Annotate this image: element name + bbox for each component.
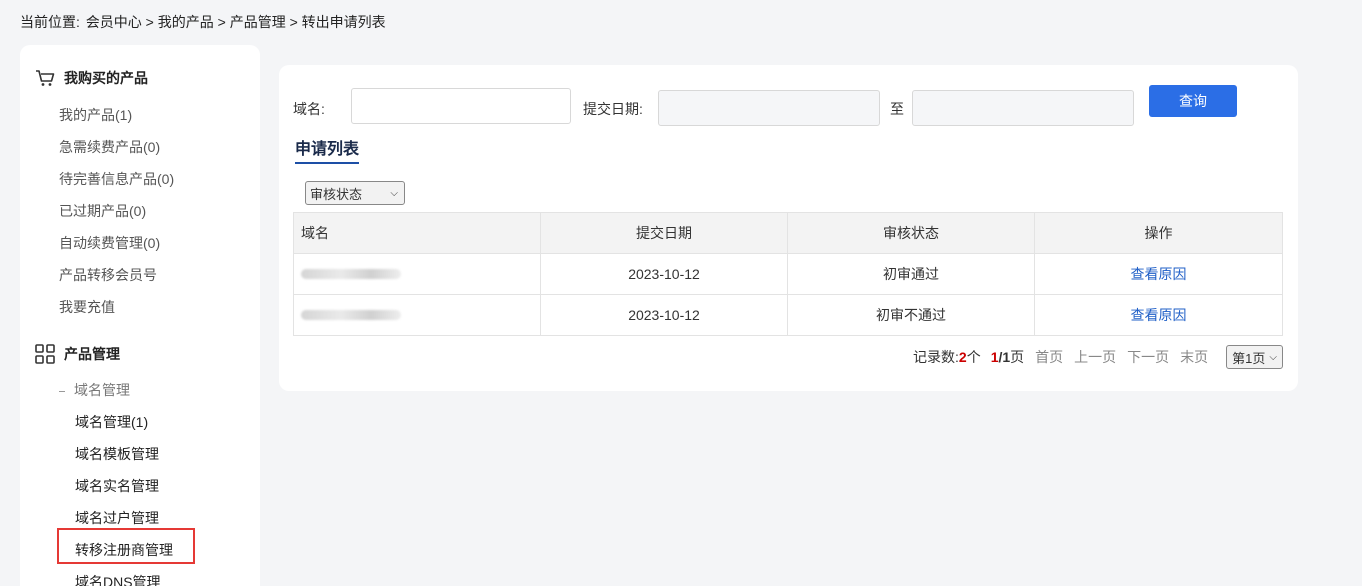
status-filter-value: 审核状态: [310, 186, 363, 202]
list-title: 申请列表: [295, 135, 360, 164]
date-label: 提交日期:: [583, 101, 643, 117]
status-filter-select[interactable]: 审核状态 ⌵: [305, 181, 405, 205]
breadcrumb-path: 会员中心 > 我的产品 > 产品管理 > 转出申请列表: [85, 14, 386, 30]
sidebar-item-domain-dns[interactable]: 域名DNS管理: [75, 572, 161, 586]
date-to-input[interactable]: [912, 90, 1134, 126]
cart-icon: [34, 67, 56, 89]
query-button[interactable]: 查询: [1149, 85, 1237, 117]
pagination: 记录数: 2 个 1 / 1 页 首页 上一页 下一页 末页 第1页 ⌵: [913, 345, 1283, 369]
chevron-down-icon: ⌵: [390, 187, 398, 199]
view-reason-link[interactable]: 查看原因: [1131, 307, 1187, 323]
sidebar-item-my-products[interactable]: 我的产品(1): [59, 105, 132, 125]
action-cell: 查看原因: [1034, 294, 1283, 336]
sidebar-item-expired[interactable]: 已过期产品(0): [59, 201, 146, 221]
next-page-link[interactable]: 下一页: [1127, 347, 1169, 367]
sidebar-group-domain-manage[interactable]: 域名管理: [59, 380, 130, 400]
action-cell: 查看原因: [1034, 253, 1283, 295]
view-reason-link[interactable]: 查看原因: [1131, 266, 1187, 282]
sidebar-item-incomplete-info[interactable]: 待完善信息产品(0): [59, 169, 174, 189]
prev-page-link[interactable]: 上一页: [1074, 347, 1116, 367]
table-row: 2023-10-12 初审不通过 查看原因: [293, 294, 1283, 336]
highlight-box: [57, 528, 195, 564]
records-unit: 个: [966, 349, 981, 365]
redacted-blur: [301, 269, 401, 279]
page-select[interactable]: 第1页 ⌵: [1226, 345, 1283, 369]
page-total: 1: [1002, 349, 1011, 365]
domain-cell-redacted: [293, 253, 541, 295]
sidebar-item-domain-realname[interactable]: 域名实名管理: [75, 476, 159, 496]
sidebar-group-label: 域名管理: [74, 382, 130, 398]
page-current: 1: [990, 349, 999, 365]
redacted-blur: [301, 310, 401, 320]
date-cell: 2023-10-12: [540, 294, 788, 336]
col-domain: 域名: [293, 212, 541, 254]
section-product-manage-title: 产品管理: [64, 346, 120, 362]
sidebar: 我购买的产品 我的产品(1) 急需续费产品(0) 待完善信息产品(0) 已过期产…: [20, 45, 260, 586]
col-status: 审核状态: [787, 212, 1035, 254]
to-label: 至: [890, 101, 904, 117]
sidebar-item-renew-urgent[interactable]: 急需续费产品(0): [59, 137, 160, 157]
domain-cell-redacted: [293, 294, 541, 336]
sidebar-item-recharge[interactable]: 我要充值: [59, 297, 115, 317]
collapse-dash-icon: [59, 390, 65, 392]
table-row: 2023-10-12 初审通过 查看原因: [293, 253, 1283, 295]
chevron-down-icon: ⌵: [1269, 351, 1277, 363]
first-page-link[interactable]: 首页: [1035, 347, 1063, 367]
col-action: 操作: [1034, 212, 1283, 254]
sidebar-item-domain-ownership[interactable]: 域名过户管理: [75, 508, 159, 528]
last-page-link[interactable]: 末页: [1180, 347, 1208, 367]
section-my-products-title: 我购买的产品: [64, 70, 148, 86]
status-cell: 初审不通过: [787, 294, 1035, 336]
sidebar-item-auto-renew[interactable]: 自动续费管理(0): [59, 233, 160, 253]
section-my-products-header[interactable]: 我购买的产品: [34, 67, 148, 89]
page-unit: 页: [1010, 349, 1025, 365]
table-header-row: 域名 提交日期 审核状态 操作: [293, 212, 1283, 254]
breadcrumb: 当前位置: 会员中心 > 我的产品 > 产品管理 > 转出申请列表: [20, 12, 388, 32]
records-label: 记录数:: [913, 349, 959, 365]
domain-input[interactable]: [351, 88, 571, 124]
sidebar-item-transfer-member[interactable]: 产品转移会员号: [59, 265, 157, 285]
status-cell: 初审通过: [787, 253, 1035, 295]
domain-label: 域名:: [293, 101, 325, 117]
sidebar-item-domain-template[interactable]: 域名模板管理: [75, 444, 159, 464]
apply-table: 域名 提交日期 审核状态 操作 2023-10-12 初审通过 查看原因 202…: [293, 212, 1283, 336]
sidebar-item-domain-manage[interactable]: 域名管理(1): [75, 412, 148, 432]
col-date: 提交日期: [540, 212, 788, 254]
grid-icon: [34, 343, 56, 365]
records-count: 2: [958, 349, 967, 365]
section-product-manage-header[interactable]: 产品管理: [34, 343, 120, 365]
page-select-value: 第1页: [1232, 350, 1266, 366]
main-card: 域名: 提交日期: 至 查询 申请列表 审核状态 ⌵ 域名 提交日期 审核状态 …: [279, 65, 1298, 391]
date-cell: 2023-10-12: [540, 253, 788, 295]
date-from-input[interactable]: [658, 90, 880, 126]
breadcrumb-prefix: 当前位置:: [20, 14, 80, 30]
